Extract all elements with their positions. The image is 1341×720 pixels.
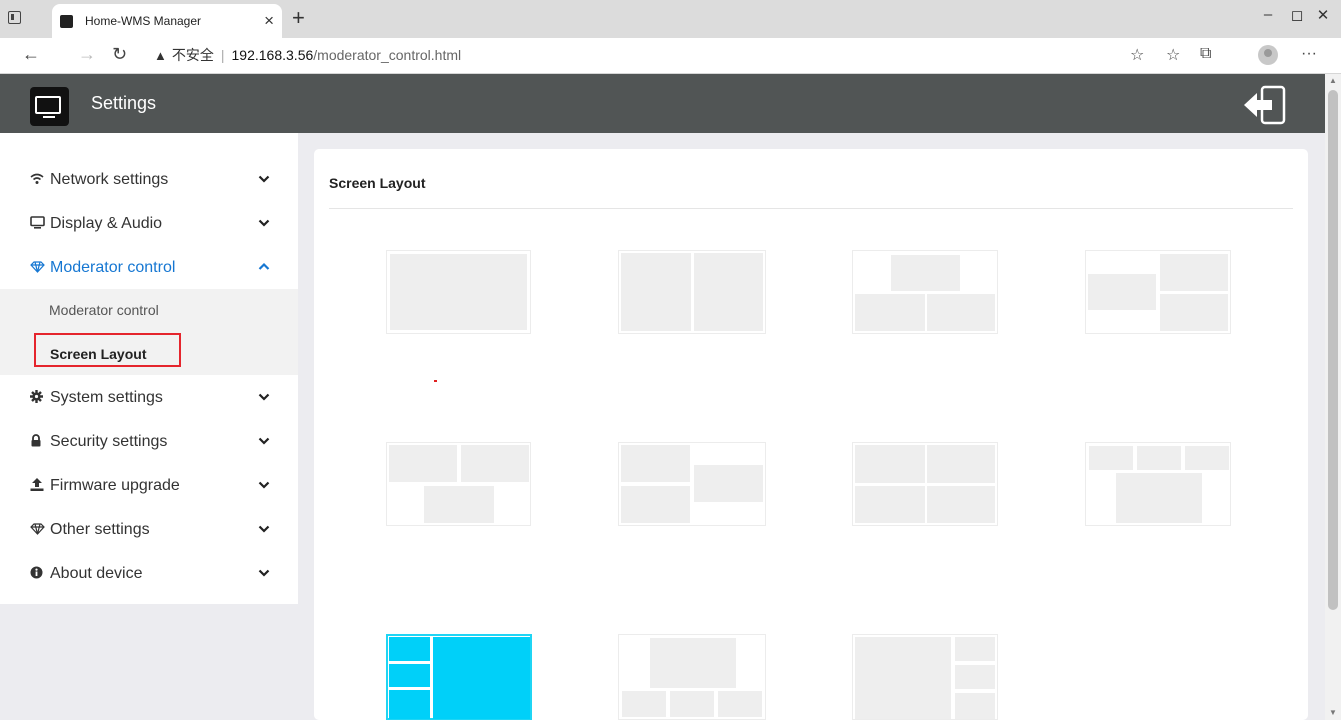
sidebar-item-network[interactable]: Network settings	[0, 158, 298, 202]
collections-icon[interactable]: ⧉	[1200, 45, 1211, 63]
scrollbar-thumb[interactable]	[1328, 90, 1338, 610]
sidebar-item-label: Firmware upgrade	[50, 477, 180, 494]
warning-icon: ▲	[154, 47, 167, 63]
add-favorite-icon[interactable]: ☆	[1130, 45, 1144, 65]
submenu-item-screen-layout[interactable]: Screen Layout	[34, 333, 181, 367]
divider	[329, 208, 1293, 209]
layout-option-2[interactable]	[618, 250, 766, 334]
monitor-icon	[30, 216, 50, 232]
tab-close-icon[interactable]: ×	[264, 11, 274, 31]
app-logo-icon	[30, 87, 69, 126]
layout-option-3[interactable]	[852, 250, 998, 334]
sidebar-item-label: Other settings	[50, 521, 150, 538]
chevron-down-icon	[258, 434, 270, 452]
layout-option-11[interactable]	[852, 634, 998, 720]
url-separator: |	[220, 47, 225, 63]
info-icon	[30, 566, 50, 582]
logout-icon[interactable]	[1242, 85, 1286, 125]
layout-option-4[interactable]	[1085, 250, 1231, 334]
refresh-icon[interactable]: ↻	[112, 44, 127, 65]
sidebar-item-display-audio[interactable]: Display & Audio	[0, 202, 298, 246]
profile-icon[interactable]	[1258, 45, 1278, 65]
page-title: Settings	[91, 93, 157, 113]
browser-tab[interactable]: Home-WMS Manager ×	[52, 4, 282, 38]
tab-title: Home-WMS Manager	[85, 14, 202, 28]
sidebar-item-security-settings[interactable]: Security settings	[0, 420, 298, 464]
lock-icon	[30, 434, 50, 450]
layout-option-7[interactable]	[852, 442, 998, 526]
layout-option-10[interactable]	[618, 634, 766, 720]
security-label[interactable]: 不安全	[172, 45, 214, 65]
sidebar-item-moderator-control[interactable]: Moderator control	[0, 246, 298, 290]
scroll-down-icon[interactable]: ▼	[1329, 708, 1337, 717]
layout-option-1[interactable]	[386, 250, 531, 334]
sidebar-item-label: About device	[50, 565, 143, 582]
sidebar-item-label: Display & Audio	[50, 215, 163, 232]
chevron-up-icon	[258, 260, 270, 278]
gear-icon	[30, 390, 50, 406]
sidebar-item-about-device[interactable]: About device	[0, 552, 298, 596]
layout-option-5[interactable]	[386, 442, 531, 526]
layout-option-8[interactable]	[1085, 442, 1231, 526]
url-host: 192.168.3.56	[231, 47, 314, 63]
sidebar-item-other-settings[interactable]: Other settings	[0, 508, 298, 552]
chevron-down-icon	[258, 172, 270, 190]
diamond-icon	[30, 522, 50, 538]
back-icon[interactable]: ←	[22, 44, 40, 65]
chevron-down-icon	[258, 566, 270, 584]
wifi-icon	[30, 173, 50, 188]
section-title: Screen Layout	[329, 175, 426, 191]
scroll-up-icon[interactable]: ▲	[1329, 76, 1337, 85]
sidebar-item-label: Moderator control	[50, 259, 176, 276]
submenu-item-moderator-control[interactable]: Moderator control	[49, 302, 159, 318]
sidebar-item-label: Network settings	[50, 171, 169, 188]
tab-actions-icon[interactable]	[8, 11, 21, 24]
chevron-down-icon	[258, 390, 270, 408]
new-tab-icon[interactable]: +	[292, 5, 305, 31]
chevron-down-icon	[258, 216, 270, 234]
sidebar-item-system-settings[interactable]: System settings	[0, 376, 298, 420]
cursor-marker	[434, 380, 437, 382]
chevron-down-icon	[258, 478, 270, 496]
chevron-down-icon	[258, 522, 270, 540]
layout-option-6[interactable]	[618, 442, 766, 526]
more-options-icon[interactable]: ···	[1301, 45, 1317, 63]
favorites-icon[interactable]: ☆	[1166, 45, 1180, 65]
forward-icon[interactable]: →	[78, 44, 96, 65]
layout-option-9-selected[interactable]	[386, 634, 532, 720]
upload-icon	[30, 478, 50, 494]
minimize-icon[interactable]: –	[1253, 6, 1283, 23]
window-close-icon[interactable]: ✕	[1308, 6, 1338, 24]
sidebar-item-firmware-upgrade[interactable]: Firmware upgrade	[0, 464, 298, 508]
site-favicon-icon	[60, 14, 73, 28]
app-header	[0, 74, 1325, 133]
url-path: /moderator_control.html	[313, 47, 462, 63]
url-field[interactable]: ▲ 不安全 | 192.168.3.56/moderator_control.h…	[154, 45, 461, 65]
sidebar-item-label: System settings	[50, 389, 163, 406]
diamond-icon	[30, 260, 50, 276]
sidebar-item-label: Security settings	[50, 433, 168, 450]
